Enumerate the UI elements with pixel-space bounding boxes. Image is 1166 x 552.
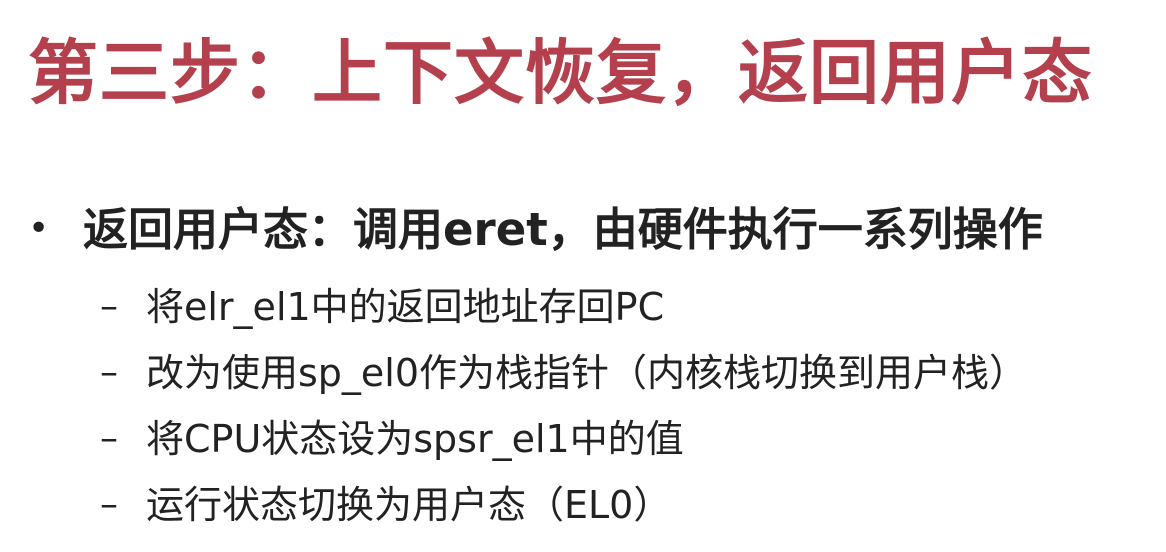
sub-bullet-text: 运行状态切换为用户态（EL0） bbox=[146, 483, 672, 527]
dash-icon: – bbox=[100, 484, 118, 525]
main-bullet: • 返回用户态：调用eret，由硬件执行一系列操作 bbox=[28, 204, 1043, 254]
sub-bullet-text: 将CPU状态设为spsr_el1中的值 bbox=[146, 417, 684, 461]
sub-bullet-text: 将elr_el1中的返回地址存回PC bbox=[146, 285, 665, 329]
bullet-dot-icon: • bbox=[28, 208, 50, 249]
sub-bullet-list: – 将elr_el1中的返回地址存回PC – 改为使用sp_el0作为栈指针（内… bbox=[100, 274, 1027, 538]
sub-bullet-text: 改为使用sp_el0作为栈指针（内核栈切换到用户栈） bbox=[146, 351, 1028, 395]
sub-bullet-item: – 改为使用sp_el0作为栈指针（内核栈切换到用户栈） bbox=[100, 340, 1027, 406]
dash-icon: – bbox=[100, 286, 118, 327]
slide: 第三步：上下文恢复，返回用户态 • 返回用户态：调用eret，由硬件执行一系列操… bbox=[0, 0, 1166, 552]
main-bullet-text: 返回用户态：调用eret，由硬件执行一系列操作 bbox=[83, 202, 1043, 256]
dash-icon: – bbox=[100, 352, 118, 393]
dash-icon: – bbox=[100, 418, 118, 459]
sub-bullet-item: – 将CPU状态设为spsr_el1中的值 bbox=[100, 406, 1027, 472]
slide-title: 第三步：上下文恢复，返回用户态 bbox=[28, 32, 1093, 114]
sub-bullet-item: – 将elr_el1中的返回地址存回PC bbox=[100, 274, 1027, 340]
sub-bullet-item: – 运行状态切换为用户态（EL0） bbox=[100, 472, 1027, 538]
